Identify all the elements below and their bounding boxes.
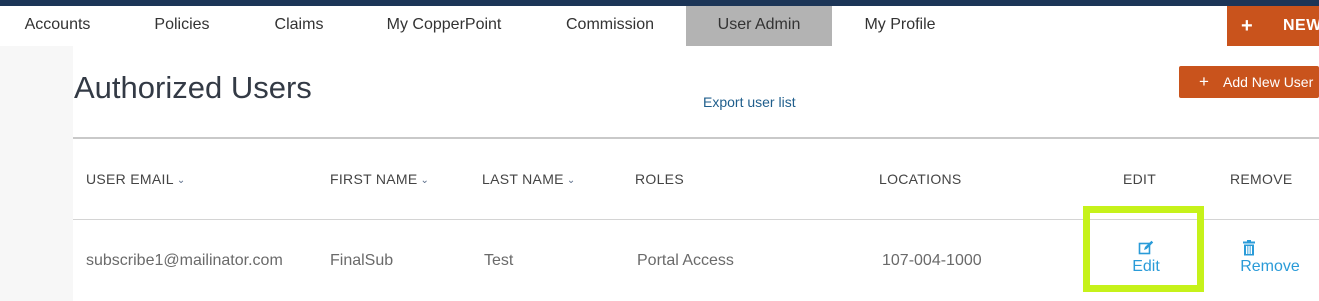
nav-commission[interactable]: Commission — [548, 6, 672, 46]
plus-icon: + — [1199, 72, 1209, 91]
column-header-edit: EDIT — [1123, 171, 1157, 187]
remove-button[interactable]: Remove — [1234, 240, 1306, 276]
add-new-user-button[interactable]: + Add New User — [1179, 66, 1319, 98]
nav-my-copperpoint[interactable]: My CopperPoint — [370, 6, 518, 46]
nav-my-profile[interactable]: My Profile — [846, 6, 954, 46]
cell-last-name: Test — [484, 252, 514, 269]
trash-icon — [1234, 240, 1306, 258]
plus-icon: + — [1241, 15, 1253, 37]
new-button[interactable]: + NEW — [1227, 6, 1319, 46]
edit-button[interactable]: Edit — [1124, 240, 1168, 276]
cell-roles: Portal Access — [637, 252, 734, 269]
chevron-down-icon: ⌄ — [420, 175, 430, 186]
column-header-user-email[interactable]: USER EMAIL ⌄ — [86, 171, 186, 187]
edit-label: Edit — [1132, 258, 1160, 275]
nav-policies[interactable]: Policies — [128, 6, 236, 46]
row-divider — [73, 219, 1319, 220]
nav-user-admin[interactable]: User Admin — [686, 6, 832, 46]
chevron-down-icon: ⌄ — [176, 175, 186, 186]
edit-icon — [1124, 240, 1168, 258]
chevron-down-icon: ⌄ — [566, 175, 576, 186]
column-header-roles: ROLES — [635, 171, 684, 187]
column-header-first-name[interactable]: FIRST NAME ⌄ — [330, 171, 429, 187]
column-header-last-name[interactable]: LAST NAME ⌄ — [482, 171, 576, 187]
column-header-remove: REMOVE — [1230, 171, 1293, 187]
page-title: Authorized Users — [74, 70, 312, 105]
new-button-label: NEW — [1283, 17, 1319, 34]
cell-first-name: FinalSub — [330, 252, 394, 269]
nav-accounts[interactable]: Accounts — [0, 6, 115, 46]
column-header-locations: LOCATIONS — [879, 171, 962, 187]
cell-user-email: subscribe1@mailinator.com — [86, 252, 283, 269]
header-divider — [73, 137, 1319, 139]
add-new-user-label: Add New User — [1223, 74, 1314, 90]
export-user-list-link[interactable]: Export user list — [703, 94, 796, 110]
nav-claims[interactable]: Claims — [250, 6, 348, 46]
cell-locations: 107-004-1000 — [882, 252, 982, 269]
remove-label: Remove — [1240, 258, 1300, 275]
